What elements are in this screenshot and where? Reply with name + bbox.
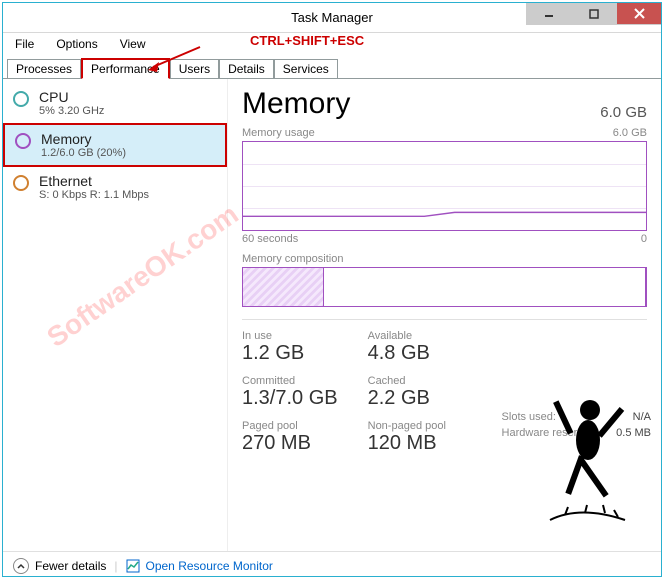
maximize-icon (589, 9, 599, 19)
nonpaged-value: 120 MB (368, 432, 446, 455)
slots-label: Slots used: (502, 411, 556, 423)
annotation-shortcut: CTRL+SHIFT+ESC (250, 33, 364, 48)
chevron-up-icon (17, 562, 25, 570)
paged-value: 270 MB (242, 432, 338, 455)
sidebar-cpu-title: CPU (39, 89, 104, 105)
tab-processes[interactable]: Processes (7, 59, 81, 78)
menu-file[interactable]: File (9, 35, 40, 53)
reserved-value: 0.5 MB (616, 427, 651, 439)
usage-label: Memory usage (242, 127, 315, 139)
composition-label-row: Memory composition (242, 253, 647, 265)
content: CPU 5% 3.20 GHz Memory 1.2/6.0 GB (20%) … (3, 79, 661, 551)
sidebar-item-cpu[interactable]: CPU 5% 3.20 GHz (3, 83, 227, 123)
usage-chart-label-row: Memory usage 6.0 GB (242, 127, 647, 139)
footer: Fewer details | Open Resource Monitor (3, 551, 661, 579)
memory-icon (15, 133, 31, 149)
close-button[interactable] (616, 3, 661, 25)
sidebar-item-ethernet[interactable]: Ethernet S: 0 Kbps R: 1.1 Mbps (3, 167, 227, 207)
composition-label: Memory composition (242, 253, 343, 265)
available-value: 4.8 GB (368, 342, 446, 365)
in-use-value: 1.2 GB (242, 342, 338, 365)
sidebar-ethernet-sub: S: 0 Kbps R: 1.1 Mbps (39, 189, 149, 201)
reserved-label: Hardware reserved: (502, 427, 599, 439)
minimize-icon (544, 9, 554, 19)
sidebar-memory-sub: 1.2/6.0 GB (20%) (41, 147, 126, 159)
sidebar-ethernet-title: Ethernet (39, 173, 149, 189)
usage-chart (242, 141, 647, 231)
fewer-details-toggle[interactable] (13, 558, 29, 574)
nonpaged-label: Non-paged pool (368, 420, 446, 432)
cached-label: Cached (368, 375, 446, 387)
fewer-details-label[interactable]: Fewer details (35, 559, 106, 573)
in-use-label: In use (242, 330, 338, 342)
resource-monitor-icon (126, 559, 140, 573)
task-manager-window: Task Manager File Options View Processes… (2, 2, 662, 577)
window-controls (526, 3, 661, 25)
minimize-button[interactable] (526, 3, 571, 25)
axis-right: 0 (641, 233, 647, 245)
main-header: Memory 6.0 GB (242, 87, 647, 121)
composition-chart (242, 267, 647, 307)
tab-details[interactable]: Details (219, 59, 274, 78)
available-label: Available (368, 330, 446, 342)
sidebar: CPU 5% 3.20 GHz Memory 1.2/6.0 GB (20%) … (3, 79, 228, 551)
sidebar-cpu-sub: 5% 3.20 GHz (39, 105, 104, 117)
tabstrip: Processes Performance Users Details Serv… (3, 55, 661, 79)
composition-in-use (243, 268, 324, 306)
slots-value: N/A (633, 411, 651, 423)
ethernet-icon (13, 175, 29, 191)
committed-value: 1.3/7.0 GB (242, 387, 338, 410)
maximize-button[interactable] (571, 3, 616, 25)
sidebar-memory-title: Memory (41, 131, 126, 147)
right-stats: Slots used: N/A Hardware reserved: 0.5 M… (502, 411, 651, 443)
menu-options[interactable]: Options (50, 35, 103, 53)
page-title: Memory (242, 87, 350, 121)
usage-max: 6.0 GB (613, 127, 647, 139)
usage-axis-row: 60 seconds 0 (242, 233, 647, 245)
paged-label: Paged pool (242, 420, 338, 432)
sidebar-item-memory[interactable]: Memory 1.2/6.0 GB (20%) (3, 123, 227, 167)
main-panel: Memory 6.0 GB Memory usage 6.0 GB 60 sec… (228, 79, 661, 551)
open-resource-monitor-link[interactable]: Open Resource Monitor (146, 559, 273, 573)
titlebar: Task Manager (3, 3, 661, 33)
close-icon (634, 8, 645, 19)
cpu-icon (13, 91, 29, 107)
divider (242, 319, 647, 320)
tab-services[interactable]: Services (274, 59, 338, 78)
committed-label: Committed (242, 375, 338, 387)
cached-value: 2.2 GB (368, 387, 446, 410)
axis-left: 60 seconds (242, 233, 298, 245)
composition-free (324, 268, 646, 306)
capacity-label: 6.0 GB (600, 104, 647, 121)
annotation-arrow-icon (145, 42, 205, 72)
footer-separator: | (114, 559, 117, 573)
